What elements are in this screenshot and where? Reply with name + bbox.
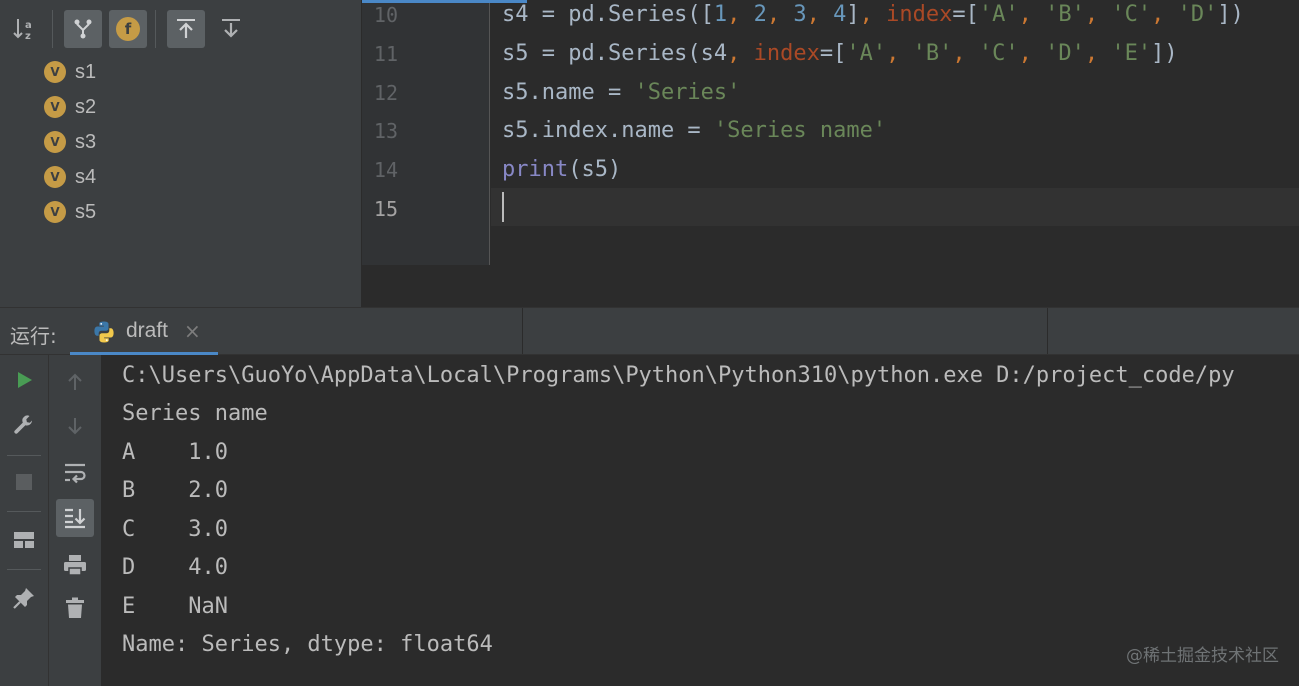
rerun-button[interactable] (5, 361, 43, 399)
svg-text:z: z (25, 31, 31, 42)
variable-icon: V (44, 96, 66, 118)
line-number: 10 (373, 3, 398, 27)
line-number-current: 15 (373, 197, 398, 221)
watermark: @稀土掘金技术社区 (1126, 646, 1279, 666)
line-number: 12 (373, 81, 398, 105)
python-icon (94, 321, 114, 343)
pin-tab-button[interactable] (5, 579, 43, 617)
clear-all-button[interactable] (56, 589, 94, 627)
toolbar-separator (7, 455, 41, 456)
line-number: 14 (373, 158, 398, 182)
show-inherited-button[interactable] (64, 10, 102, 48)
stop-button[interactable] (5, 463, 43, 501)
scroll-to-end-icon (65, 508, 86, 529)
arrow-up-icon (68, 373, 82, 390)
variable-icon: V (44, 201, 66, 223)
run-icon (18, 372, 32, 388)
run-window-title: 运行: (10, 324, 57, 348)
code-line[interactable]: s5 = pd.Series(s4, index=['A', 'B', 'C',… (502, 41, 1178, 66)
line-number: 11 (373, 42, 398, 66)
wrench-icon (14, 415, 32, 434)
line-number-gutter[interactable]: 10 11 12 13 14 15 (362, 0, 490, 265)
editor-empty-area[interactable] (362, 265, 1299, 307)
toolbar-separator (52, 10, 53, 48)
soft-wrap-button[interactable] (56, 454, 94, 492)
console-line: E NaN (122, 594, 228, 619)
code-editor[interactable]: 10 11 12 13 14 15 s4 = pd.Series([1, 2, … (362, 0, 1299, 307)
console-line: Series name (122, 401, 268, 426)
restore-layout-button[interactable] (5, 521, 43, 559)
down-stack-trace-button[interactable] (56, 407, 94, 445)
code-line[interactable]: s4 = pd.Series([1, 2, 3, 4], index=['A',… (502, 2, 1244, 27)
console-line: A 1.0 (122, 440, 228, 465)
print-button[interactable] (56, 546, 94, 584)
structure-item-s5[interactable]: V s5 (44, 197, 96, 227)
run-tab-label: draft (126, 319, 169, 342)
header-divider (1047, 308, 1048, 354)
structure-item-label: s2 (75, 95, 97, 118)
show-fields-button[interactable]: f (109, 10, 147, 48)
console-line: Name: Series, dtype: float64 (122, 632, 493, 657)
pin-icon (13, 588, 34, 609)
variable-icon: V (44, 166, 66, 188)
collapse-all-icon (222, 19, 240, 38)
collapse-all-button[interactable] (212, 10, 250, 48)
structure-item-label: s1 (75, 60, 97, 83)
structure-panel: a z f V s1 V s2 V s3 V s4 V s5 (0, 0, 362, 307)
current-line-highlight (491, 188, 1299, 226)
run-console-output[interactable]: C:\Users\GuoYo\AppData\Local\Programs\Py… (101, 355, 1299, 686)
run-tab-draft[interactable]: draft × (70, 308, 218, 356)
run-tool-window-header: 运行: draft × (0, 307, 1299, 356)
layout-icon (14, 532, 34, 548)
print-icon (64, 555, 86, 576)
console-line: C 3.0 (122, 517, 228, 542)
sort-alphabetically-icon: a z (13, 19, 32, 42)
structure-item-s1[interactable]: V s1 (44, 57, 96, 87)
stop-icon (16, 474, 32, 490)
header-divider (522, 308, 523, 354)
close-icon[interactable]: × (184, 319, 201, 343)
run-toolbar-primary (0, 355, 49, 686)
line-number: 13 (373, 119, 398, 143)
variable-icon: V (44, 131, 66, 153)
variable-icon: V (44, 61, 66, 83)
show-inherited-icon (74, 19, 92, 39)
soft-wrap-icon (65, 463, 86, 484)
structure-item-label: s4 (75, 165, 97, 188)
console-line: B 2.0 (122, 478, 228, 503)
toolbar-separator (7, 569, 41, 570)
toolbar-separator (7, 511, 41, 512)
structure-toolbar: a z f (0, 0, 362, 56)
code-line[interactable]: print(s5) (502, 157, 621, 182)
code-line[interactable]: s5.index.name = 'Series name' (502, 118, 886, 143)
run-toolbar-secondary (49, 355, 101, 686)
structure-item-s3[interactable]: V s3 (44, 127, 96, 157)
structure-item-label: s5 (75, 200, 97, 223)
up-stack-trace-button[interactable] (56, 363, 94, 401)
svg-text:a: a (25, 20, 32, 31)
structure-item-s4[interactable]: V s4 (44, 162, 96, 192)
show-fields-icon: f (116, 17, 140, 41)
arrow-down-icon (68, 418, 82, 435)
code-line[interactable]: s5.name = 'Series' (502, 80, 740, 105)
expand-all-icon (177, 19, 195, 38)
console-line-command: C:\Users\GuoYo\AppData\Local\Programs\Py… (122, 363, 1235, 388)
console-line: D 4.0 (122, 555, 228, 580)
text-caret (502, 192, 504, 222)
edit-configuration-button[interactable] (5, 407, 43, 445)
trash-icon (66, 597, 84, 618)
sort-alphabetically-button[interactable]: a z (6, 10, 44, 48)
structure-item-s2[interactable]: V s2 (44, 92, 96, 122)
expand-all-button[interactable] (167, 10, 205, 48)
scroll-to-end-button[interactable] (56, 499, 94, 537)
toolbar-separator (155, 10, 156, 48)
structure-item-label: s3 (75, 130, 97, 153)
